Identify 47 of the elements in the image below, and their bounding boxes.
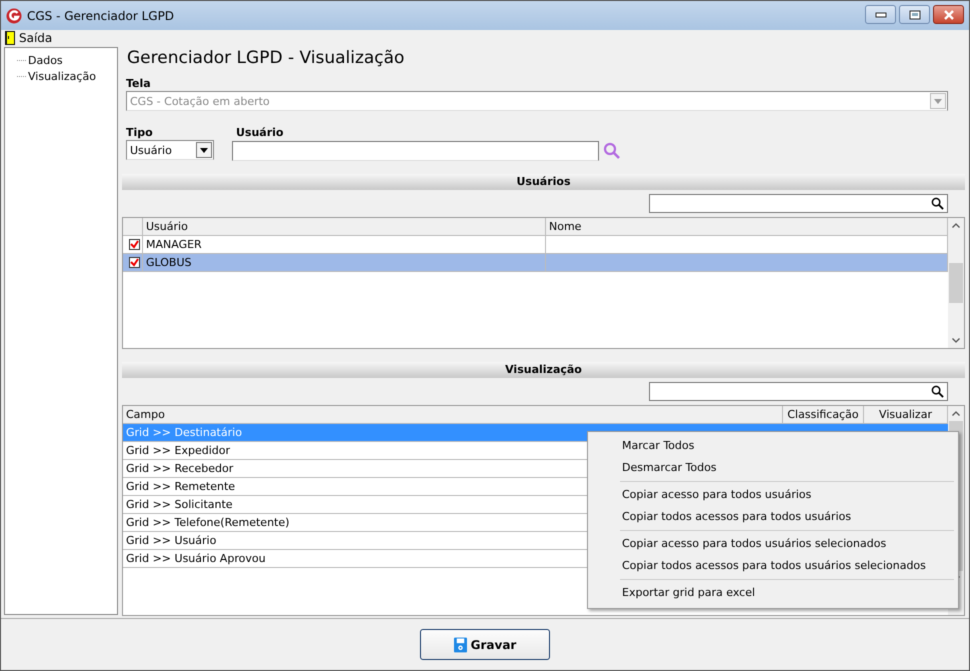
search-field[interactable] [649,382,948,401]
table-cell: Grid >> Destinatário [126,426,242,439]
tree-item[interactable]: Dados [28,54,63,66]
close-button[interactable] [933,5,964,24]
tree-item[interactable]: Visualização [28,70,96,82]
scrollbar[interactable] [948,218,964,348]
scroll-down-icon[interactable] [952,338,960,343]
column-header[interactable]: Campo [123,406,783,423]
minimize-icon [874,12,886,18]
field-label: Tipo [125,126,154,140]
checkbox[interactable] [128,257,140,268]
search-field[interactable] [649,194,948,213]
checkbox[interactable] [128,239,140,250]
app-logo-icon [6,8,22,24]
grid-row[interactable]: GLOBUS [123,254,948,272]
section-header: Usuários [122,174,965,190]
table-cell: Grid >> Remetente [126,480,236,493]
table-cell: Grid >> Recebedor [126,462,234,475]
page-heading: Gerenciador LGPD - Visualização [126,47,406,70]
dropdown-arrow-icon[interactable] [200,148,208,152]
scroll-up-icon[interactable] [952,223,960,228]
table-cell: MANAGER [143,236,546,253]
table-cell: Grid >> Usuário Aprovou [126,552,266,565]
table-cell: Grid >> Expedidor [126,444,230,457]
column-header[interactable]: Usuário [143,218,546,235]
maximize-icon [908,10,920,20]
table-cell: Grid >> Usuário [126,534,216,547]
window-title: CGS - Gerenciador LGPD [27,8,174,22]
menu-item[interactable]: Saída [5,30,52,46]
section-header: Visualização [122,362,965,378]
exit-door-icon [5,31,15,45]
search-icon[interactable] [931,197,944,210]
scroll-up-icon[interactable] [952,411,960,416]
close-icon [942,10,954,20]
table-cell: GLOBUS [143,254,546,271]
type-dropdown[interactable]: Usuário [126,140,214,160]
table-cell: Grid >> Telefone(Remetente) [126,516,290,529]
save-button[interactable]: Gravar [420,629,550,660]
menu-item[interactable]: Exportar grid para excel [590,582,956,604]
field-label: Usuário [235,126,284,140]
column-header[interactable]: Classificação [783,406,864,423]
user-input-field[interactable] [232,141,599,161]
search-icon[interactable] [931,385,944,398]
minimize-button[interactable] [865,5,896,24]
maximize-button[interactable] [899,5,930,24]
field-label: Tela [125,77,152,91]
table-cell: Grid >> Solicitante [126,498,233,511]
